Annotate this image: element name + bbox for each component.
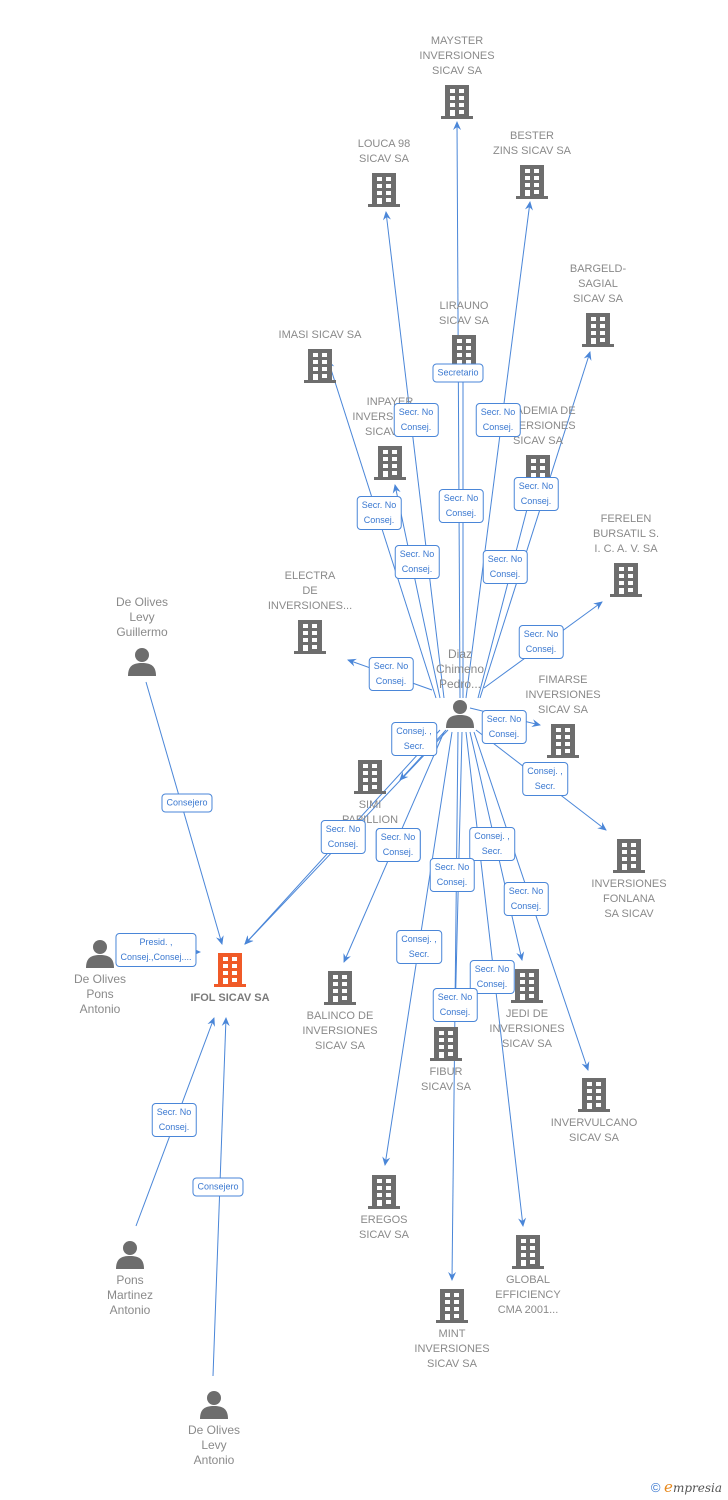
building-icon (613, 839, 645, 878)
node-label: EREGOS SICAV SA (359, 1214, 409, 1241)
node-label: INVERSIONES FONLANA SA SICAV (591, 878, 667, 920)
role-label[interactable]: Presid. , Consej.,Consej.... (115, 933, 197, 967)
role-label[interactable]: Secr. No Consej. (429, 858, 475, 892)
node-label: De Olives Levy Antonio (187, 1423, 240, 1467)
building-icon (578, 1078, 610, 1117)
node-label: FIBUR SICAV SA (421, 1066, 471, 1093)
building-icon (368, 1175, 400, 1214)
building-icon (430, 1027, 462, 1066)
role-label[interactable]: Secr. No Consej. (513, 477, 559, 511)
role-label[interactable]: Secr. No Consej. (394, 545, 440, 579)
role-label[interactable]: Secr. No Consej. (375, 828, 421, 862)
node-label: IMASI SICAV SA (278, 329, 362, 341)
role-label[interactable]: Consej. , Secr. (391, 722, 437, 756)
node-label: De Olives Pons Antonio (73, 972, 126, 1016)
node-label: De Olives Levy Guillermo (115, 595, 168, 639)
building-icon (436, 1289, 468, 1328)
empresia-logo[interactable]: empresia (664, 1478, 722, 1496)
building-icon (354, 760, 386, 799)
node-label: IFOL SICAV SA (190, 992, 270, 1004)
role-label[interactable]: Consejero (192, 1177, 244, 1197)
person-icon (115, 1239, 145, 1274)
person-icon (199, 1389, 229, 1424)
node-label: BESTER ZINS SICAV SA (492, 130, 572, 157)
role-label[interactable]: Consejero (161, 793, 213, 813)
copyright-footer: © empresia (651, 1478, 722, 1496)
role-label[interactable]: Secr. No Consej. (482, 550, 528, 584)
node-label: LOUCA 98 SICAV SA (357, 138, 411, 165)
node-label: Diaz Chimeno Pedro... (435, 647, 485, 691)
role-label[interactable]: Secr. No Consej. (503, 882, 549, 916)
building-icon (368, 173, 400, 212)
copyright-icon: © (650, 1480, 661, 1495)
node-label: Pons Martinez Antonio (106, 1273, 153, 1317)
role-label[interactable]: Secretario (432, 363, 484, 383)
role-label[interactable]: Secr. No Consej. (518, 625, 564, 659)
node-label: FERELEN BURSATIL S. I. C. A. V. SA (592, 513, 660, 555)
person-icon (127, 646, 157, 681)
building-icon (294, 620, 326, 659)
role-label[interactable]: Consej. , Secr. (396, 930, 442, 964)
building-icon (374, 446, 406, 485)
role-label[interactable]: Consej. , Secr. (522, 762, 568, 796)
building-icon (511, 969, 543, 1008)
node-label: BARGELD- SAGIAL SICAV SA (569, 263, 627, 305)
role-label[interactable]: Secr. No Consej. (320, 820, 366, 854)
role-label[interactable]: Secr. No Consej. (432, 988, 478, 1022)
person-icon (85, 938, 115, 973)
role-label[interactable]: Secr. No Consej. (438, 489, 484, 523)
role-label[interactable]: Secr. No Consej. (475, 403, 521, 437)
building-icon (512, 1235, 544, 1274)
node-label: INVERVULCANO SICAV SA (550, 1117, 638, 1144)
person-icon (445, 698, 475, 733)
node-label: MINT INVERSIONES SICAV SA (414, 1328, 490, 1370)
node-label: JEDI DE INVERSIONES SICAV SA (489, 1008, 565, 1050)
role-label[interactable]: Consej. , Secr. (469, 827, 515, 861)
node-label: GLOBAL EFFICIENCY CMA 2001... (495, 1274, 561, 1316)
building-icon (610, 563, 642, 602)
edge-guillermo-to-ifol (145, 681, 224, 945)
building-icon (547, 724, 579, 763)
role-label[interactable]: Secr. No Consej. (481, 710, 527, 744)
role-label[interactable]: Secr. No Consej. (393, 403, 439, 437)
role-label[interactable]: Secr. No Consej. (151, 1103, 197, 1137)
building-icon (441, 85, 473, 124)
node-label: MAYSTER INVERSIONES SICAV SA (419, 35, 495, 77)
node-label: BALINCO DE INVERSIONES SICAV SA (302, 1010, 378, 1052)
node-label: LIRAUNO SICAV SA (439, 300, 489, 327)
edge-diaz-to-mayster (453, 121, 462, 699)
edge-diaz-to-bester (465, 201, 533, 699)
role-label[interactable]: Secr. No Consej. (356, 496, 402, 530)
edge-levy-antonio-to-ifol (212, 1017, 230, 1377)
node-label: ELECTRA DE INVERSIONES... (267, 570, 353, 612)
role-label[interactable]: Secr. No Consej. (368, 657, 414, 691)
building-icon (214, 953, 246, 992)
building-icon (324, 971, 356, 1010)
building-icon (582, 313, 614, 352)
building-icon (516, 165, 548, 204)
building-icon (304, 349, 336, 388)
